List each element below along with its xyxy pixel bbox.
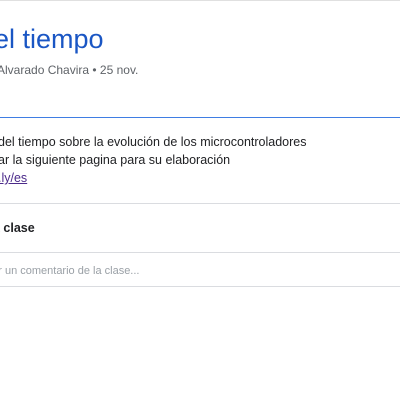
description-line-1: del tiempo sobre la evolución de los mic…	[0, 135, 307, 149]
assignment-meta: Alvarado Chavira • 25 nov.	[0, 63, 139, 77]
class-comment-input[interactable]	[0, 261, 400, 281]
class-comments-header: a clase	[0, 221, 35, 235]
resource-link[interactable]: .ly/es	[0, 171, 27, 185]
header-divider	[0, 117, 400, 118]
assignment-description: del tiempo sobre la evolución de los mic…	[0, 133, 398, 187]
description-divider	[0, 203, 400, 204]
assignment-page: el tiempo Alvarado Chavira • 25 nov. del…	[0, 0, 400, 400]
assignment-title: el tiempo	[0, 24, 104, 54]
top-divider	[0, 0, 400, 1]
comments-divider	[0, 252, 400, 253]
comment-input-divider	[0, 286, 400, 287]
description-line-2: ar la siguiente pagina para su elaboraci…	[0, 153, 231, 167]
